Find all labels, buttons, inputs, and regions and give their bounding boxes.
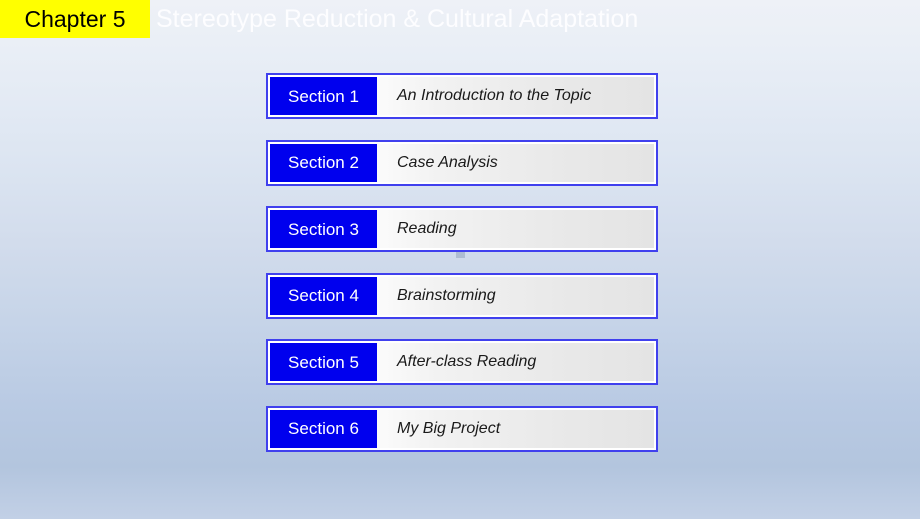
section-title-label: After-class Reading <box>397 353 537 370</box>
section-body: My Big Project <box>377 409 654 448</box>
section-row[interactable]: Section 1 An Introduction to the Topic <box>266 73 658 119</box>
section-body: Reading <box>377 210 654 248</box>
section-row[interactable]: Section 6 My Big Project <box>266 405 658 452</box>
section-title-label: Reading <box>397 220 457 237</box>
section-tag: Section 4 <box>270 276 377 315</box>
section-tag-label: Section 4 <box>288 286 359 305</box>
section-tag: Section 5 <box>270 343 377 381</box>
section-row[interactable]: Section 4 Brainstorming <box>266 272 658 319</box>
section-tag: Section 6 <box>270 409 377 448</box>
section-body: An Introduction to the Topic <box>377 77 654 115</box>
section-body: Brainstorming <box>377 276 654 315</box>
chapter-badge-label: Chapter 5 <box>24 5 126 32</box>
section-tag: Section 1 <box>270 77 377 115</box>
section-row[interactable]: Section 5 After-class Reading <box>266 339 658 385</box>
section-tag-label: Section 3 <box>288 219 359 239</box>
section-title-label: An Introduction to the Topic <box>397 87 592 104</box>
chapter-badge: Chapter 5 <box>0 0 150 38</box>
section-tag-label: Section 1 <box>288 86 359 106</box>
section-tag-label: Section 2 <box>288 153 359 172</box>
section-title-label: My Big Project <box>397 419 501 437</box>
section-row[interactable]: Section 2 Case Analysis <box>266 139 658 186</box>
section-list: Section 1 An Introduction to the Topic S… <box>266 73 658 472</box>
section-body: Case Analysis <box>377 143 654 182</box>
slide-canvas: Chapter 5 Stereotype Reduction & Cultura… <box>0 0 920 519</box>
section-tag: Section 2 <box>270 143 377 182</box>
stray-mark <box>456 252 465 258</box>
section-tag: Section 3 <box>270 210 377 248</box>
slide-title-bar: Chapter 5 Stereotype Reduction & Cultura… <box>0 0 920 38</box>
section-title-label: Case Analysis <box>397 153 498 171</box>
section-tag-label: Section 6 <box>288 419 359 438</box>
section-tag-label: Section 5 <box>288 352 359 372</box>
page-title: Stereotype Reduction & Cultural Adaptati… <box>156 4 639 33</box>
section-row[interactable]: Section 3 Reading <box>266 206 658 252</box>
section-title-label: Brainstorming <box>397 286 496 304</box>
section-body: After-class Reading <box>377 343 654 381</box>
